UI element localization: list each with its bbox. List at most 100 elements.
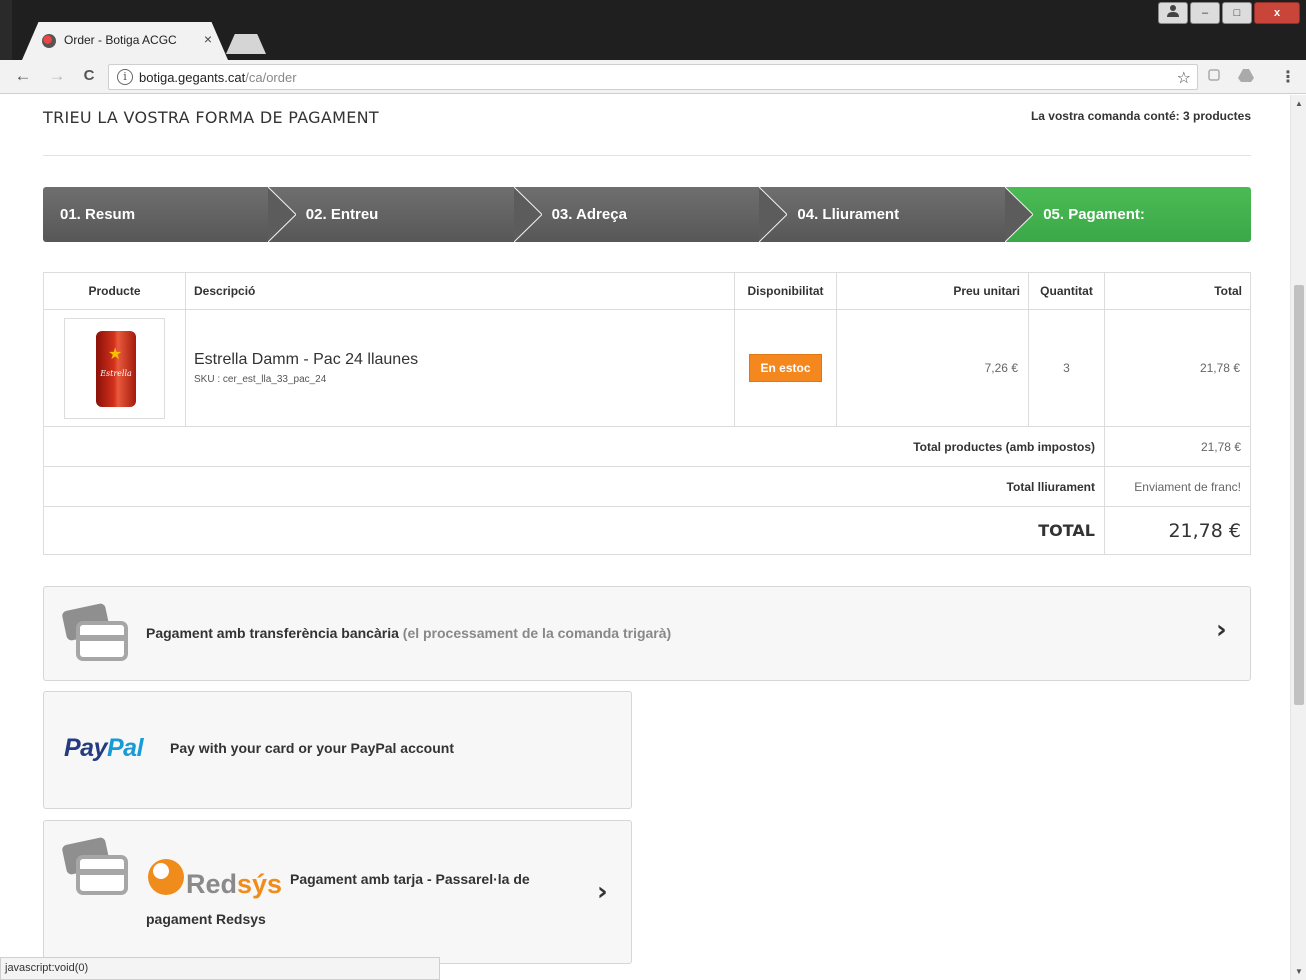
step-arrow-icon [1005,187,1034,242]
total-shipping-row: Total lliurament Enviament de franc! [43,466,1251,507]
credit-card-icon [62,837,128,895]
redsys-logo-text: Redsýs [186,869,282,900]
paypal-label: Pay with your card or your PayPal accoun… [170,740,454,756]
step-label: 04. Lliurament [797,206,900,223]
total-products-row: Total productes (amb impostos) 21,78 € [43,426,1251,467]
forward-icon[interactable]: → [46,66,68,86]
header-divider [43,155,1251,156]
step-arrow-icon [267,187,296,242]
grand-total-label: TOTAL [43,506,1105,555]
reload-icon[interactable]: C [78,67,100,84]
chevron-right-icon: › [597,877,608,907]
quantity: 3 [1028,309,1105,427]
header-description: Descripció [185,272,735,310]
cart-header-row: Producte Descripció Disponibilitat Preu … [43,272,1251,310]
step-label: 02. Entreu [305,206,379,223]
total-products-value: 21,78 € [1104,426,1251,467]
grand-total-row: TOTAL 21,78 € [43,506,1251,555]
header-availability: Disponibilitat [734,272,837,310]
paypal-logo: PayPal [64,734,144,763]
bank-transfer-text: Pagament amb transferència bancària (el … [146,625,671,641]
browser-titlebar: Order - Botiga ACGC × – □ x [0,0,1306,60]
grand-total-value: 21,78 € [1104,506,1251,555]
header-total: Total [1104,272,1251,310]
extension-glyph-icon [1208,69,1220,81]
bookmark-star-icon[interactable]: ☆ [1177,68,1191,88]
step-label: 05. Pagament: [1043,206,1145,223]
scrollbar-thumb[interactable] [1294,285,1304,705]
cart-table: Producte Descripció Disponibilitat Preu … [43,272,1251,555]
scroll-down-icon[interactable]: ▼ [1295,967,1303,976]
header-product: Producte [43,272,186,310]
status-badge: En estoc [749,354,822,382]
header-quantity: Quantitat [1028,272,1105,310]
chevron-right-icon: › [1216,615,1227,645]
scroll-up-icon[interactable]: ▲ [1295,99,1303,108]
paypal-logo-pal: Pal [106,734,144,762]
url-path: /ca/order [245,70,297,85]
table-row: ★ Estrella Estrella Damm - Pac 24 llaune… [43,309,1251,427]
minimize-button[interactable]: – [1190,2,1220,24]
payment-redsys-button[interactable]: Redsýs Pagament amb tarja - Passarel·la … [43,820,632,964]
window-edge [0,0,12,60]
extension-icon[interactable] [1206,68,1222,84]
bank-transfer-label: Pagament amb transferència bancària [146,625,399,641]
window-user-button[interactable] [1158,2,1188,24]
redsys-label-line2: pagament Redsys [146,911,266,927]
tab-close-icon[interactable]: × [204,31,212,47]
url-host: botiga.gegants.cat [139,70,246,85]
step-shipping[interactable]: 04. Lliurament [759,187,1034,242]
page-title: Trieu la vostra forma de pagament [43,108,379,127]
close-window-button[interactable]: x [1254,2,1300,24]
step-login[interactable]: 02. Entreu [267,187,542,242]
redsys-logo-sys: sýs [237,869,283,899]
unit-price: 7,26 € [836,309,1029,427]
total-products-label: Total productes (amb impostos) [43,426,1105,467]
step-payment[interactable]: 05. Pagament: [1005,187,1251,242]
paypal-logo-pay: Pay [64,734,107,762]
credit-card-icon [62,603,128,661]
bank-transfer-note: (el processament de la comanda trigarà) [402,625,672,641]
checkout-steps: 01. Resum 02. Entreu 03. Adreça 04. Lliu… [43,187,1251,242]
product-name[interactable]: Estrella Damm - Pac 24 llaunes [194,351,734,369]
address-bar[interactable]: i botiga.gegants.cat/ca/order ☆ [108,64,1198,90]
back-icon[interactable]: ← [12,66,34,86]
step-label: 03. Adreça [551,206,627,223]
step-arrow-icon [759,187,788,242]
step-arrow-icon [513,187,542,242]
favicon-icon [42,34,56,48]
step-address[interactable]: 03. Adreça [513,187,788,242]
maximize-button[interactable]: □ [1222,2,1252,24]
payment-bank-transfer-button[interactable]: Pagament amb transferència bancària (el … [43,586,1251,681]
payment-paypal-button[interactable]: PayPal Pay with your card or your PayPal… [43,691,632,809]
url-text: botiga.gegants.cat/ca/order [139,70,297,85]
page-viewport: Trieu la vostra forma de pagament La vos… [0,95,1290,980]
drive-icon[interactable] [1238,68,1254,84]
product-description-cell: Estrella Damm - Pac 24 llaunes SKU : cer… [185,309,735,427]
redsys-logo-icon [148,859,184,895]
browser-tab[interactable]: Order - Botiga ACGC × [22,22,228,60]
browser-toolbar: ← → C i botiga.gegants.cat/ca/order ☆ ⋮ [0,60,1306,94]
info-icon[interactable]: i [117,69,133,85]
redsys-label: Pagament amb tarja - Passarel·la de [290,871,530,887]
beer-can-image: ★ Estrella [96,330,136,407]
user-icon [1167,5,1179,17]
page-scrollbar[interactable]: ▲ ▼ [1290,95,1306,980]
product-thumbnail[interactable]: ★ Estrella [64,317,165,419]
product-sku: SKU : cer_est_lla_33_pac_24 [194,374,327,385]
total-shipping-value: Enviament de franc! [1104,466,1251,507]
browser-menu-icon[interactable]: ⋮ [1280,67,1296,87]
step-summary[interactable]: 01. Resum [43,187,296,242]
redsys-logo-red: Red [186,869,238,899]
star-icon: ★ [108,345,123,363]
availability-cell: En estoc [734,309,837,427]
total-shipping-label: Total lliurament [43,466,1105,507]
step-label: 01. Resum [60,206,136,223]
product-image-cell: ★ Estrella [43,309,186,427]
drive-glyph-icon [1238,69,1254,82]
line-total: 21,78 € [1104,309,1251,427]
can-brand-text: Estrella [100,368,132,378]
status-bar: javascript:void(0) [0,957,440,980]
new-tab-button[interactable] [226,34,266,54]
tab-title: Order - Botiga ACGC [64,33,177,47]
